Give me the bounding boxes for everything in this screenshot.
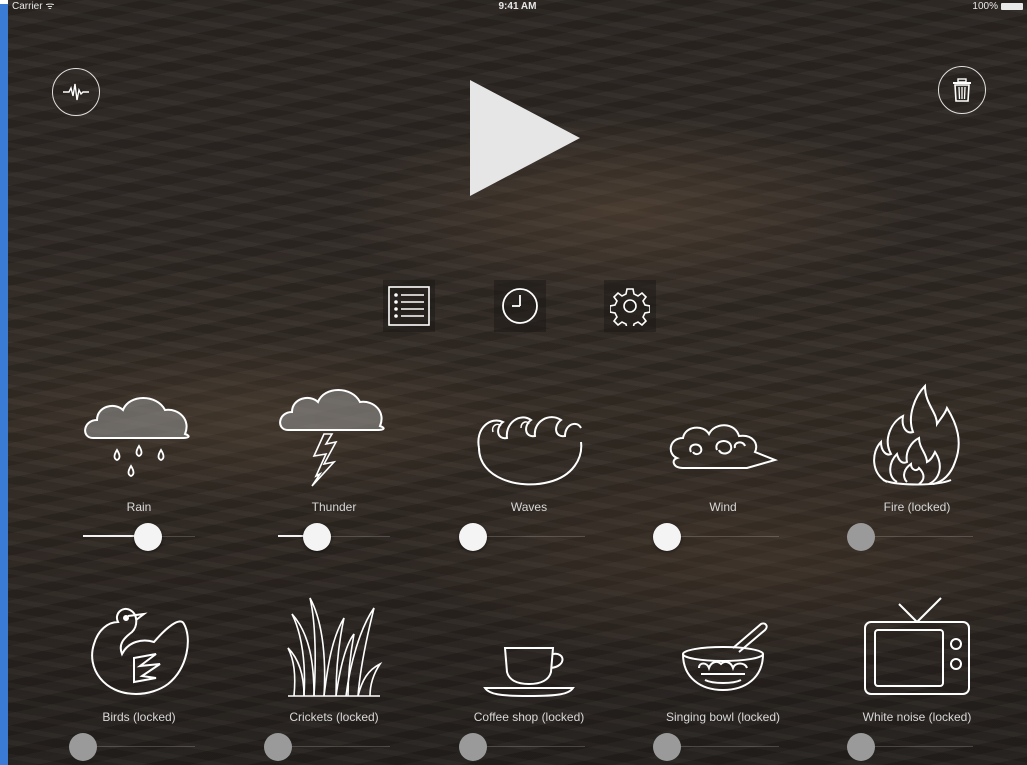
volume-slider[interactable] bbox=[653, 522, 779, 552]
volume-slider[interactable] bbox=[459, 522, 585, 552]
grass-icon[interactable] bbox=[284, 594, 384, 698]
slider-thumb[interactable] bbox=[303, 523, 332, 551]
slider-track bbox=[83, 746, 195, 747]
sound-label: Singing bowl (locked) bbox=[665, 710, 781, 724]
thunder-cloud-icon[interactable] bbox=[274, 378, 394, 488]
fire-icon[interactable] bbox=[867, 382, 967, 488]
battery-icon bbox=[1001, 2, 1023, 10]
slider-thumb[interactable] bbox=[653, 733, 681, 761]
settings-button[interactable] bbox=[604, 280, 656, 332]
slider-thumb[interactable] bbox=[459, 523, 487, 551]
sound-label: Wind bbox=[709, 500, 737, 514]
slider-track bbox=[473, 746, 585, 747]
waveform-icon bbox=[63, 83, 89, 101]
volume-slider[interactable] bbox=[83, 522, 195, 552]
volume-slider[interactable] bbox=[278, 522, 390, 552]
sound-label: Fire (locked) bbox=[883, 500, 951, 514]
slider-track bbox=[473, 536, 585, 537]
sound-label: Thunder bbox=[311, 500, 357, 514]
play-button[interactable] bbox=[468, 78, 583, 198]
app-screen: Carrier ᯤ 9:41 AM 100% Rain Thunder Wave… bbox=[8, 0, 1027, 765]
sound-label: Crickets (locked) bbox=[289, 710, 379, 724]
timer-button[interactable] bbox=[494, 280, 546, 332]
singing-bowl-icon[interactable] bbox=[673, 618, 773, 698]
sound-label: Waves bbox=[510, 500, 548, 514]
sound-coffee-shop: Coffee shop (locked) bbox=[434, 598, 624, 762]
slider-thumb[interactable] bbox=[847, 733, 875, 761]
sound-rain: Rain bbox=[44, 388, 234, 552]
list-icon bbox=[388, 286, 430, 326]
waveform-button[interactable] bbox=[52, 68, 100, 116]
slider-track bbox=[861, 746, 973, 747]
play-icon bbox=[470, 80, 580, 196]
slider-track bbox=[667, 536, 779, 537]
slider-thumb[interactable] bbox=[653, 523, 681, 551]
slider-thumb[interactable] bbox=[69, 733, 97, 761]
slider-thumb[interactable] bbox=[459, 733, 487, 761]
waves-icon[interactable] bbox=[469, 398, 589, 488]
coffee-cup-icon[interactable] bbox=[479, 638, 579, 698]
trash-icon bbox=[953, 78, 971, 102]
slider-track bbox=[278, 746, 390, 747]
sound-singing-bowl: Singing bowl (locked) bbox=[628, 598, 818, 762]
sound-label: Birds (locked) bbox=[102, 710, 176, 724]
tv-icon[interactable] bbox=[861, 594, 973, 698]
wind-icon[interactable] bbox=[663, 408, 783, 488]
slider-track bbox=[861, 536, 973, 537]
volume-slider[interactable] bbox=[69, 732, 195, 762]
sound-label: Rain bbox=[126, 500, 152, 514]
sound-thunder: Thunder bbox=[239, 388, 429, 552]
sound-label: Coffee shop (locked) bbox=[473, 710, 585, 724]
slider-thumb[interactable] bbox=[847, 523, 875, 551]
battery-indicator: 100% bbox=[972, 0, 1023, 14]
sound-crickets: Crickets (locked) bbox=[239, 597, 429, 762]
list-button[interactable] bbox=[383, 280, 435, 332]
clock-icon bbox=[502, 288, 538, 324]
slider-track bbox=[667, 746, 779, 747]
status-time: 9:41 AM bbox=[498, 1, 537, 12]
slider-thumb[interactable] bbox=[133, 523, 162, 551]
battery-percent: 100% bbox=[972, 1, 998, 12]
slider-thumb[interactable] bbox=[264, 733, 292, 761]
volume-slider[interactable] bbox=[653, 732, 779, 762]
rain-cloud-icon[interactable] bbox=[79, 388, 199, 488]
volume-slider[interactable] bbox=[264, 732, 390, 762]
volume-slider[interactable] bbox=[847, 732, 973, 762]
status-bar: Carrier ᯤ 9:41 AM 100% bbox=[8, 0, 1027, 16]
sound-label: White noise (locked) bbox=[862, 710, 972, 724]
sound-birds: Birds (locked) bbox=[44, 598, 234, 762]
volume-slider[interactable] bbox=[847, 522, 973, 552]
trash-button[interactable] bbox=[938, 66, 986, 114]
sound-wind: Wind bbox=[628, 388, 818, 552]
sound-fire: Fire (locked) bbox=[822, 383, 1012, 552]
gear-icon bbox=[610, 288, 650, 326]
sound-waves: Waves bbox=[434, 388, 624, 552]
volume-slider[interactable] bbox=[459, 732, 585, 762]
bird-icon[interactable] bbox=[84, 598, 194, 698]
sound-white-noise: White noise (locked) bbox=[822, 597, 1012, 762]
